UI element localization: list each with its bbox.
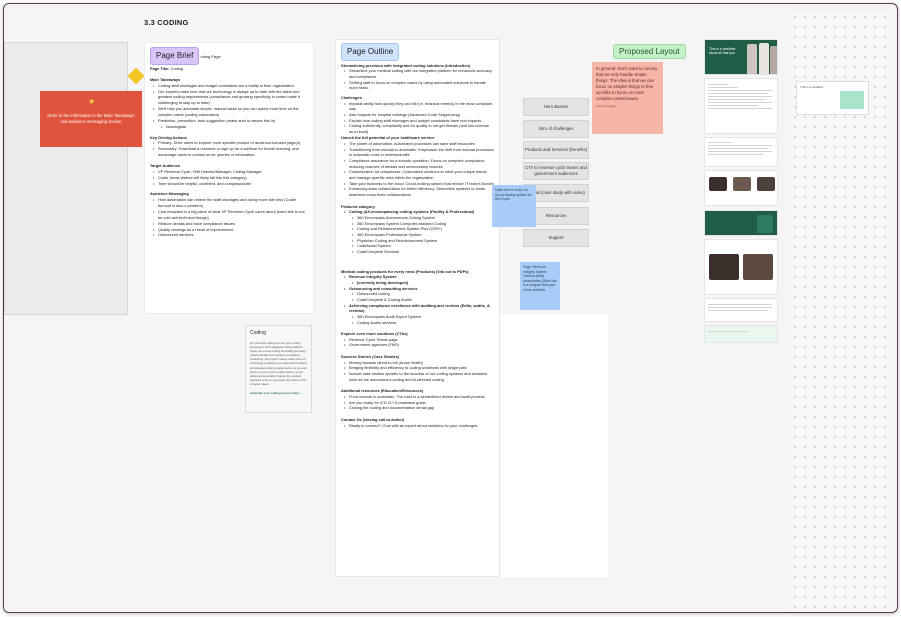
page-title-label: Page Title: [150, 66, 170, 71]
list-item: Tone should be helpful, confident, and c… [153, 181, 308, 187]
wireframe-intro[interactable]: Intro of challenges [523, 120, 589, 138]
coding-card-body: Do you know what goes into your coding p… [250, 341, 307, 386]
contact-list: Ready to connect? Chat with an expert ab… [341, 423, 494, 429]
success-list: Moving towards direct-to-bill (Arora Hea… [341, 360, 494, 383]
proposed-layout-tag: Proposed Layout [613, 44, 686, 59]
pink-note-text: In general: Don't want to convey that we… [596, 66, 658, 102]
list-item: CodeComplete Services [352, 249, 494, 255]
small-preview-card[interactable]: This is a headline [796, 81, 869, 115]
mockup-cta-image [757, 215, 773, 233]
small-card-image [840, 91, 864, 109]
list-item: Ready to connect? Chat with an expert ab… [344, 423, 494, 429]
explore-list: Revenue Cycle Teams page Government agen… [341, 337, 494, 348]
page-outline-tag: Page Outline [341, 43, 400, 61]
potential-list: The power of automation: Automated proce… [341, 141, 494, 198]
list-item: Government agencies (FMS) [344, 342, 494, 348]
list-item: Impacts ability how quickly they can bil… [344, 101, 494, 112]
page-brief-card[interactable]: Page Brief nding Page Page Title: Coding… [144, 42, 314, 314]
mockup-testimonial[interactable] [704, 239, 778, 295]
list-item: Achieving compliance excellence with aud… [344, 303, 494, 314]
wireframe-support[interactable]: Support [523, 229, 589, 247]
target-audience-list: VP Revenue Cycle, HIM Director/Manager, … [150, 169, 308, 187]
main-takeaways-list: Coding staff shortages and budget constr… [150, 83, 308, 130]
mockup-cta-band[interactable] [704, 210, 778, 236]
outline-extension [500, 314, 608, 577]
list-item: We'll help you automate simple, manual t… [153, 106, 308, 118]
page-title-value: Coding [170, 66, 184, 71]
star-icon: ★ [88, 97, 96, 106]
mockup-intro[interactable] [704, 78, 778, 134]
red-sticky-note[interactable]: ★ Defer to the information in the Main T… [40, 91, 142, 147]
coding-preview-card[interactable]: Coding Do you know what goes into your c… [245, 325, 312, 413]
list-item: Streamline your medical coding with our … [344, 68, 494, 79]
red-note-text: Defer to the information in the Main Tak… [47, 113, 135, 124]
list-item: Nosologists [161, 124, 308, 130]
page-brief-tag: Page Brief [150, 47, 200, 65]
mockup-hero-photo [747, 44, 757, 74]
mockup-team-photo [757, 177, 775, 191]
audience-messaging-list: How automation can relieve the staff sho… [150, 197, 308, 238]
list-item: Outsourced services [153, 232, 308, 238]
list-item: Our experts make sure that our technolog… [153, 89, 308, 107]
mockup-testimonial-photo [743, 254, 773, 280]
featured-list: Coding (All-encompassing coding systems … [341, 209, 494, 254]
products-list: Revenue Integrity System (currently bein… [341, 274, 494, 325]
pink-sticky-note[interactable]: In general: Don't want to convey that we… [592, 62, 663, 134]
mockup-team[interactable] [704, 170, 778, 206]
list-item: How automation can relieve the staff sho… [153, 197, 308, 209]
mockup-resources[interactable] [704, 298, 778, 322]
mockup-footer[interactable] [704, 325, 778, 343]
wireframe-products[interactable]: Products and Services (benefits) [523, 141, 589, 159]
list-item: Shifting staff to focus on complex cases… [344, 80, 494, 91]
list-item: Compliance assurance for a smooth operat… [344, 158, 494, 169]
small-card-label: This is a headline [800, 85, 824, 89]
brief-subtitle: nding Page [200, 54, 221, 59]
sticky-note-cloud[interactable]: Make sure to touch on Cloud-hosting opti… [492, 185, 536, 227]
mockup-team-photo [709, 177, 727, 191]
list-item: Coding sufficiently, compliantly and for… [344, 123, 494, 134]
list-item: Secondary: Download a resource or sign u… [153, 146, 308, 158]
mockup-testimonial-photo [709, 254, 739, 280]
board-title: 3.3 CODING [144, 18, 189, 27]
intro-list: Streamline your medical coding with our … [341, 68, 494, 91]
coding-card-link[interactable]: Automate your coding process today → [250, 391, 307, 395]
resources-list: From manual to automatic: The road to a … [341, 394, 494, 411]
pink-note-author: Cindy Gunagan [596, 104, 616, 109]
wireframe-cta[interactable]: CTA to revenue cycle teams and governmen… [523, 162, 589, 180]
driving-actions-list: Primary: Drive users to explore more spe… [150, 140, 308, 158]
mockup-hero-photo [759, 43, 769, 74]
mockup-team-photo [733, 177, 751, 191]
sticky-note-pages[interactable]: Page: Revenue Integrity System General (… [520, 262, 560, 310]
coding-card-title: Coding [250, 330, 266, 336]
mockup-hero[interactable]: This is a headline about all that you [704, 39, 778, 75]
list-item: Include case studies specific to the suc… [344, 371, 494, 382]
list-item: Closing the coding and documentation den… [344, 405, 494, 411]
list-item: Customization for uniqueness: Customized… [344, 169, 494, 180]
list-item: Coding Audits services [352, 320, 494, 326]
mockup-products[interactable] [704, 137, 778, 167]
mockup-hero-text: This is a headline about all that you [709, 47, 736, 56]
wireframe-hero-banner[interactable]: Hero Banner [523, 98, 589, 116]
list-item: Enhancing team collaboration for better … [344, 186, 494, 197]
mockup-hero-photo [770, 46, 777, 74]
page-outline-card[interactable]: Page Outline Streamlining precision with… [335, 39, 500, 577]
list-item: Transitioning from manual to automatic: … [344, 147, 494, 158]
list-item: Cost reduction is a big piece of what VP… [153, 209, 308, 221]
proposed-layout-label: Proposed Layout [613, 41, 686, 59]
challenges-list: Impacts ability how quickly they can bil… [341, 101, 494, 135]
left-panel[interactable] [4, 42, 128, 315]
canvas-frame: 3.3 CODING ★ Defer to the information in… [3, 3, 898, 613]
